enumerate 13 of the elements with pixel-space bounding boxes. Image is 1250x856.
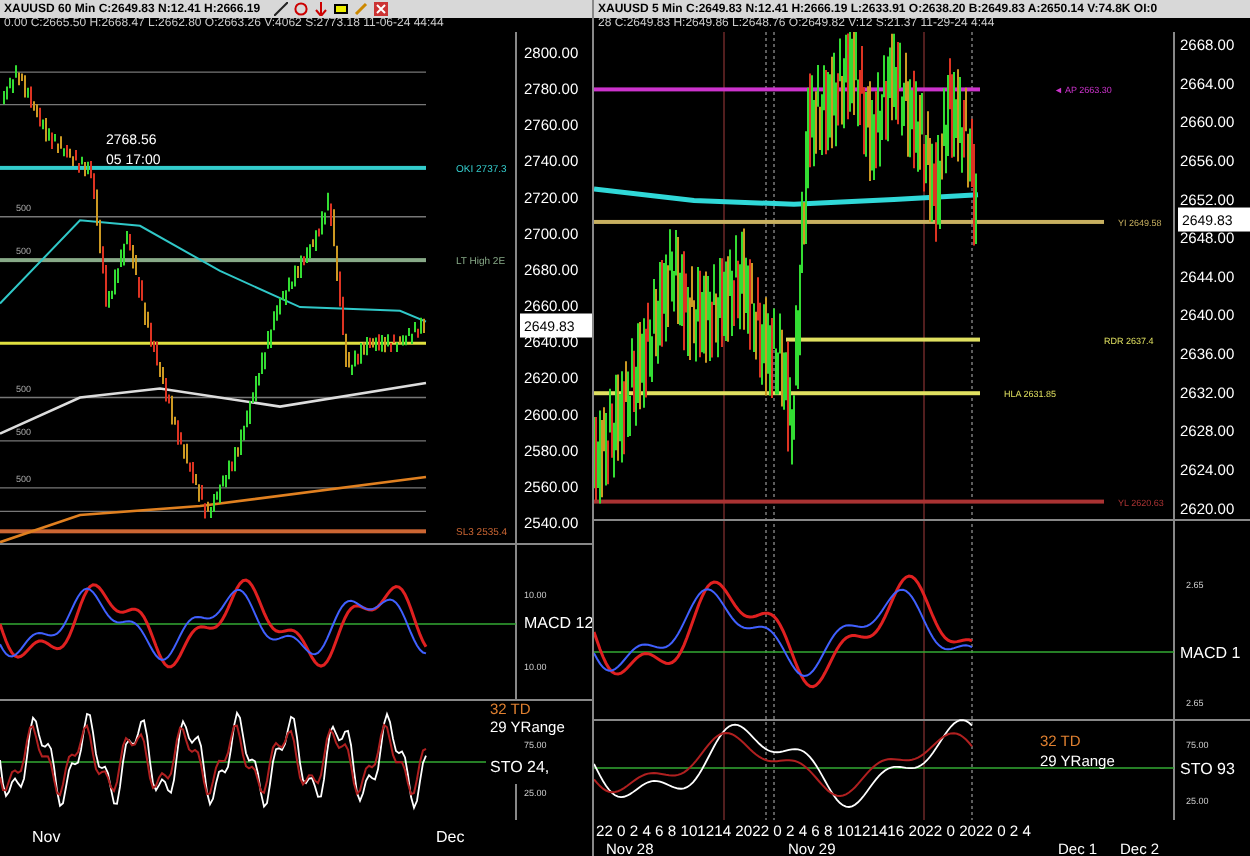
last-price-box (1178, 207, 1250, 232)
time-axis-label: Dec (436, 828, 465, 846)
macd-label: MACD 1 (1180, 644, 1241, 662)
stochastic-label: STO 93 (1180, 760, 1235, 778)
time-axis-label: Nov (32, 828, 61, 846)
macd-label: MACD 12 (524, 614, 592, 632)
circle-icon[interactable] (294, 2, 309, 16)
arrow-icon[interactable] (314, 2, 329, 16)
stochastic-label: STO 24, (490, 758, 550, 776)
last-price-box (520, 313, 592, 338)
rectangle-icon[interactable] (334, 2, 349, 16)
close-icon[interactable] (374, 2, 389, 16)
line-tool-icon[interactable] (274, 2, 289, 16)
